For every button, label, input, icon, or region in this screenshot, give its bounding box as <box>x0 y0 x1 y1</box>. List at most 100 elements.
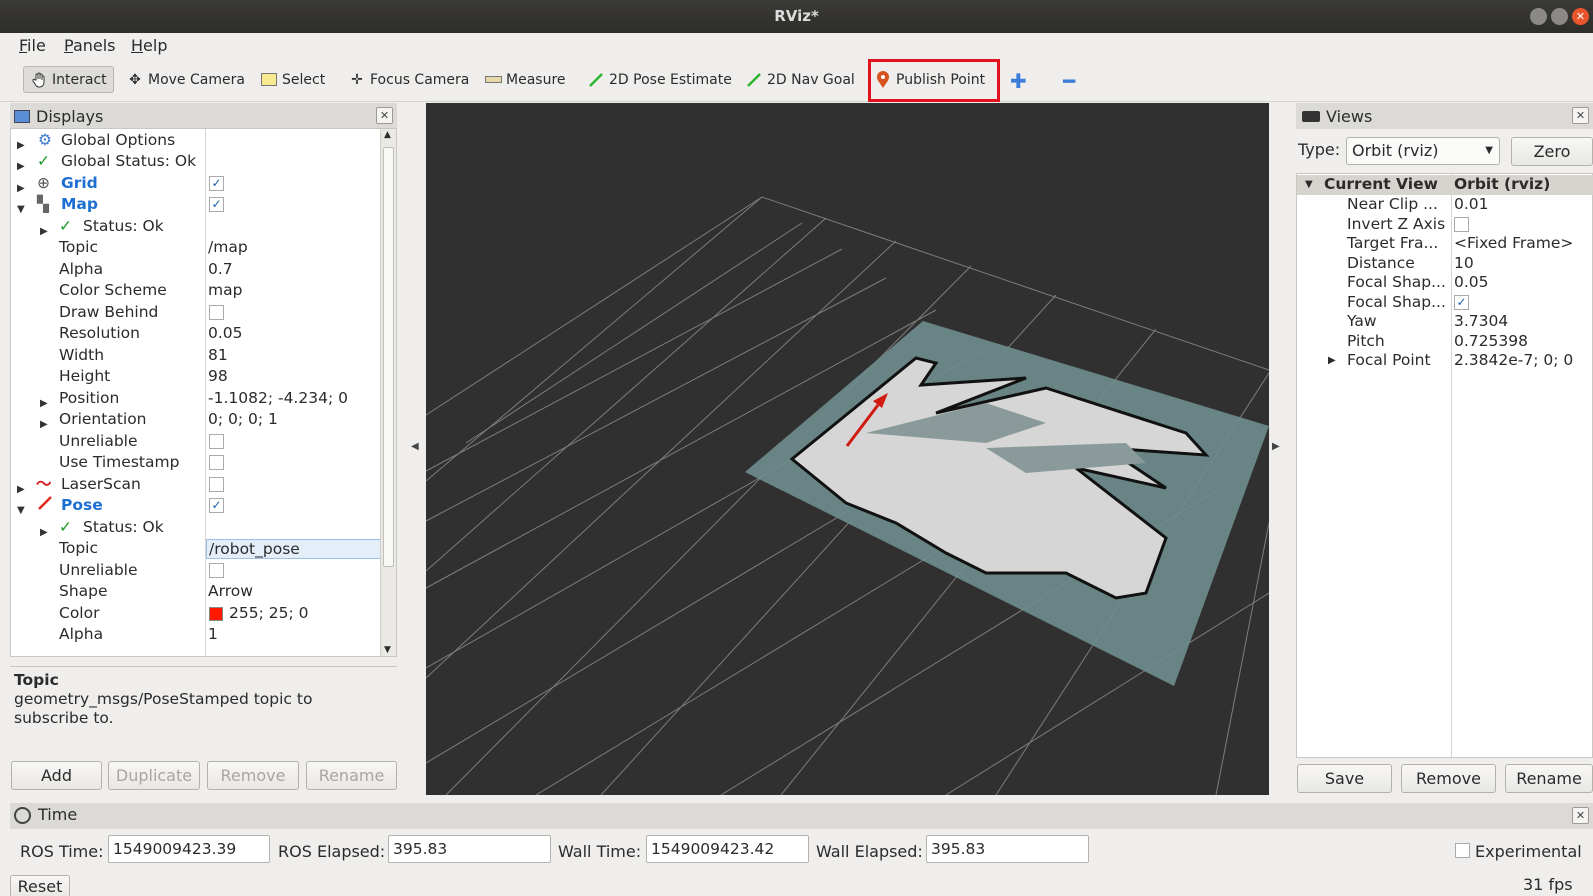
add-button[interactable]: Add <box>11 761 102 790</box>
collapse-right-icon[interactable]: ▶ <box>1272 441 1280 452</box>
close-icon[interactable]: ✕ <box>1572 8 1589 25</box>
enable-checkbox[interactable]: ✓ <box>209 175 224 191</box>
topic-input[interactable]: /robot_pose <box>206 539 382 559</box>
menu-panels[interactable]: Panels <box>64 36 116 55</box>
row-value[interactable]: 98 <box>208 366 228 387</box>
row-value[interactable]: 81 <box>208 345 228 366</box>
use-timestamp-checkbox[interactable] <box>209 455 224 470</box>
tree-row-shape[interactable]: Shape Arrow <box>11 581 383 603</box>
row-value[interactable]: 3.7304 <box>1454 312 1508 331</box>
tree-row-color-scheme[interactable]: Color Scheme map <box>11 280 383 302</box>
row-value[interactable]: /map <box>208 237 248 258</box>
row-value[interactable]: 255; 25; 0 <box>229 603 308 624</box>
scene-render[interactable] <box>426 103 1269 795</box>
tree-row-grid[interactable]: ▶ ⊕ Grid ✓ <box>11 173 383 195</box>
expand-arrow-icon[interactable]: ▶ <box>17 135 27 151</box>
row-value[interactable]: <Fixed Frame> <box>1454 234 1573 253</box>
draw-behind-checkbox[interactable] <box>209 304 224 320</box>
tree-row-unreliable[interactable]: Unreliable <box>11 560 383 582</box>
row-value[interactable]: 10 <box>1454 254 1474 273</box>
close-icon[interactable]: ✕ <box>1572 807 1589 824</box>
tree-row-yaw[interactable]: Yaw 3.7304 <box>1297 312 1593 332</box>
row-value[interactable]: Arrow <box>208 581 253 602</box>
tree-row-status[interactable]: ▶ ✓ Status: Ok <box>11 216 383 238</box>
row-value[interactable]: 1 <box>208 624 218 645</box>
scroll-up-icon[interactable]: ▲ <box>384 130 391 140</box>
row-value[interactable]: 0.05 <box>1454 273 1489 292</box>
close-icon[interactable]: ✕ <box>1572 107 1589 124</box>
tool-2d-pose-estimate[interactable]: 2D Pose Estimate <box>587 66 732 93</box>
row-value[interactable]: 0.01 <box>1454 195 1489 214</box>
expand-arrow-icon[interactable]: ▶ <box>40 221 50 237</box>
tree-row-current-view[interactable]: ▼ Current View Orbit (rviz) <box>1297 175 1593 195</box>
collapse-arrow-icon[interactable]: ▼ <box>1305 175 1313 194</box>
tree-row-invert-z[interactable]: Invert Z Axis <box>1297 215 1593 235</box>
tree-row-focal-shape-size[interactable]: Focal Shap... 0.05 <box>1297 273 1593 293</box>
focal-shape-checkbox[interactable]: ✓ <box>1454 294 1469 310</box>
tool-move-camera[interactable]: ✥ Move Camera <box>126 66 245 93</box>
expand-arrow-icon[interactable]: ▶ <box>17 156 27 172</box>
rename-button[interactable]: Rename <box>306 761 397 790</box>
close-icon[interactable]: ✕ <box>376 107 393 124</box>
tree-row-width[interactable]: Width 81 <box>11 345 383 367</box>
minimize-icon[interactable] <box>1530 8 1547 25</box>
menu-help[interactable]: Help <box>131 36 167 55</box>
unreliable-checkbox[interactable] <box>209 562 224 578</box>
scrollbar-thumb[interactable] <box>383 147 394 567</box>
remove-button[interactable]: Remove <box>207 761 299 790</box>
tree-row-pose[interactable]: ▼ Pose ✓ <box>11 495 383 517</box>
ros-elapsed-field[interactable]: 395.83 <box>388 835 551 863</box>
save-button[interactable]: Save <box>1297 764 1392 793</box>
invert-z-checkbox[interactable] <box>1454 216 1469 232</box>
wall-elapsed-field[interactable]: 395.83 <box>926 835 1089 863</box>
3d-viewport[interactable] <box>426 103 1269 795</box>
enable-checkbox[interactable]: ✓ <box>209 197 224 212</box>
wall-time-field[interactable]: 1549009423.42 <box>646 835 809 863</box>
remove-view-button[interactable]: Remove <box>1401 764 1496 793</box>
displays-scrollbar[interactable]: ▲ ▼ <box>380 129 396 656</box>
menu-file[interactable]: File <box>19 36 46 55</box>
collapse-arrow-icon[interactable]: ▼ <box>17 199 27 215</box>
add-tool-icon[interactable]: ✚ <box>1010 69 1027 93</box>
expand-arrow-icon[interactable]: ▶ <box>40 393 50 409</box>
expand-arrow-icon[interactable]: ▶ <box>40 414 50 430</box>
experimental-checkbox[interactable] <box>1455 843 1470 858</box>
ros-time-field[interactable]: 1549009423.39 <box>108 835 270 863</box>
row-value[interactable]: map <box>208 280 242 301</box>
reset-button[interactable]: Reset <box>10 875 70 896</box>
tree-row-resolution[interactable]: Resolution 0.05 <box>11 323 383 345</box>
tree-row-target-frame[interactable]: Target Fra... <Fixed Frame> <box>1297 234 1593 254</box>
tool-focus-camera[interactable]: ✛ Focus Camera <box>348 66 469 93</box>
row-value[interactable]: 2.3842e-7; 0; 0 <box>1454 351 1573 370</box>
enable-checkbox[interactable]: ✓ <box>209 498 224 513</box>
row-value[interactable]: 0.725398 <box>1454 332 1528 351</box>
duplicate-button[interactable]: Duplicate <box>108 761 200 790</box>
tree-row-unreliable[interactable]: Unreliable <box>11 431 383 453</box>
tree-row-map[interactable]: ▼ ▚ Map ✓ <box>11 194 383 216</box>
collapse-arrow-icon[interactable]: ▼ <box>17 500 27 516</box>
tree-row-laserscan[interactable]: ▶ 〜 LaserScan <box>11 474 383 496</box>
zero-button[interactable]: Zero <box>1511 137 1593 166</box>
row-value[interactable]: 0.05 <box>208 323 243 344</box>
tree-row-color[interactable]: Color 255; 25; 0 <box>11 603 383 625</box>
view-type-select[interactable]: Orbit (rviz) ▼ <box>1346 137 1500 165</box>
tree-row-topic[interactable]: Topic /map <box>11 237 383 259</box>
tool-interact[interactable]: Interact <box>23 66 114 93</box>
enable-checkbox[interactable] <box>209 476 224 492</box>
tree-row-height[interactable]: Height 98 <box>11 366 383 388</box>
tree-row-alpha[interactable]: Alpha 1 <box>11 624 383 646</box>
row-value[interactable]: 0; 0; 0; 1 <box>208 409 278 430</box>
rename-view-button[interactable]: Rename <box>1505 764 1593 793</box>
tool-select[interactable]: Select <box>260 66 325 93</box>
unreliable-checkbox[interactable] <box>209 433 224 449</box>
tree-row-focal-shape-fixed[interactable]: Focal Shap... ✓ <box>1297 293 1593 313</box>
tree-row-alpha[interactable]: Alpha 0.7 <box>11 259 383 281</box>
remove-tool-icon[interactable]: ━ <box>1063 69 1075 93</box>
row-value[interactable]: 0.7 <box>208 259 233 280</box>
collapse-left-icon[interactable]: ◀ <box>411 441 419 452</box>
tree-row-orientation[interactable]: ▶ Orientation 0; 0; 0; 1 <box>11 409 383 431</box>
maximize-icon[interactable] <box>1551 8 1568 25</box>
expand-arrow-icon[interactable]: ▶ <box>17 479 27 495</box>
color-swatch[interactable] <box>209 606 223 621</box>
tool-measure[interactable]: Measure <box>484 66 566 93</box>
